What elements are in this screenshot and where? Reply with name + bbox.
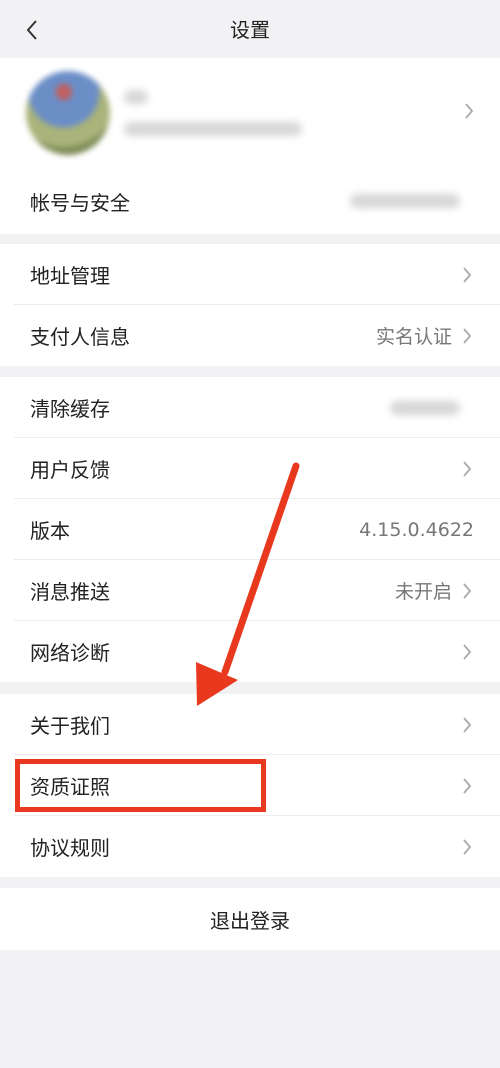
row-label: 用户反馈 — [30, 458, 110, 482]
chevron-right-icon — [460, 775, 474, 797]
row-payer-info[interactable]: 支付人信息 实名认证 — [0, 305, 500, 366]
logout-button[interactable]: 退出登录 — [0, 888, 500, 950]
row-message-push[interactable]: 消息推送 未开启 — [0, 560, 500, 621]
row-label: 协议规则 — [30, 836, 110, 860]
chevron-right-icon — [460, 458, 474, 480]
row-label: 关于我们 — [30, 714, 110, 738]
top-bar: 设置 — [0, 0, 500, 58]
row-label: 清除缓存 — [30, 397, 110, 421]
row-label: 网络诊断 — [30, 641, 110, 665]
highlight-box — [15, 759, 266, 812]
row-label: 帐号与安全 — [30, 190, 130, 215]
cache-size-blurred — [390, 400, 460, 415]
chevron-right-icon — [464, 102, 474, 124]
row-label: 版本 — [30, 519, 70, 543]
profile-group: 帐号与安全 — [0, 58, 500, 234]
row-user-feedback[interactable]: 用户反馈 — [0, 438, 500, 499]
account-security-row[interactable]: 帐号与安全 — [0, 168, 500, 234]
row-address-management[interactable]: 地址管理 — [0, 244, 500, 305]
profile-subtitle-blurred — [124, 122, 302, 136]
profile-row[interactable] — [0, 58, 500, 168]
row-version: 版本 4.15.0.4622 — [0, 499, 500, 560]
logout-group: 退出登录 — [0, 888, 500, 950]
row-label: 地址管理 — [30, 264, 110, 288]
profile-name-blurred — [124, 90, 148, 104]
row-label: 支付人信息 — [30, 325, 130, 349]
row-value: 实名认证 — [375, 326, 452, 348]
chevron-right-icon — [460, 264, 474, 286]
chevron-right-icon — [460, 580, 474, 602]
chevron-right-icon — [460, 836, 474, 858]
general-settings-group: 清除缓存 用户反馈 版本 4.15.0.4622 消息推送 未开启 网络诊断 — [0, 377, 500, 682]
page-title: 设置 — [230, 18, 270, 42]
chevron-right-icon — [460, 325, 474, 347]
row-label: 消息推送 — [30, 580, 110, 604]
chevron-right-icon — [460, 641, 474, 663]
version-value: 4.15.0.4622 — [359, 518, 474, 541]
address-payment-group: 地址管理 支付人信息 实名认证 — [0, 244, 500, 366]
row-network-diagnosis[interactable]: 网络诊断 — [0, 621, 500, 682]
account-value-blurred — [350, 194, 460, 208]
row-about-us[interactable]: 关于我们 — [0, 694, 500, 755]
avatar — [26, 71, 110, 155]
row-value: 未开启 — [394, 581, 452, 603]
row-clear-cache[interactable]: 清除缓存 — [0, 377, 500, 438]
chevron-right-icon — [460, 714, 474, 736]
row-agreement-rules[interactable]: 协议规则 — [0, 816, 500, 877]
